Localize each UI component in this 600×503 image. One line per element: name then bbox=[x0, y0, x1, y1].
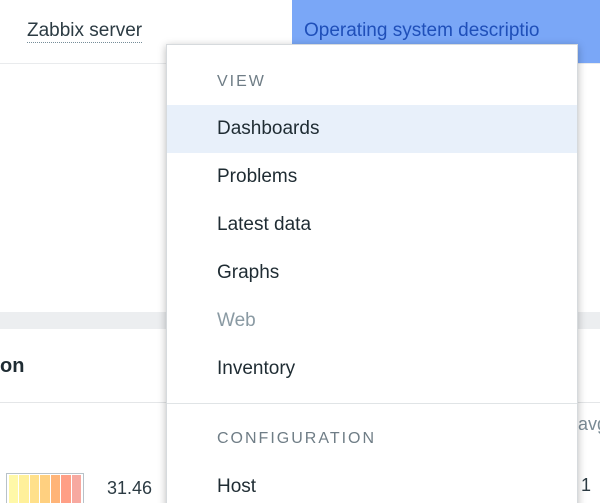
page: Zabbix server Operating system descripti… bbox=[0, 0, 600, 503]
menu-item-dashboards[interactable]: Dashboards bbox=[167, 105, 577, 153]
right-column-value: 1 bbox=[581, 475, 592, 495]
column-header-avg: avg bbox=[578, 414, 600, 434]
host-name-link[interactable]: Zabbix server bbox=[27, 20, 143, 43]
menu-item-latest-data[interactable]: Latest data bbox=[167, 201, 577, 249]
gauge-segment bbox=[29, 475, 40, 503]
menu-item-inventory[interactable]: Inventory bbox=[167, 345, 577, 393]
gauge-segment bbox=[71, 475, 81, 503]
menu-item-web: Web bbox=[217, 310, 256, 331]
menu-item-host[interactable]: Host bbox=[167, 463, 577, 503]
menu-section-configuration-title: CONFIGURATION bbox=[217, 430, 377, 447]
gauge-segment bbox=[19, 475, 29, 503]
menu-section-view-title: VIEW bbox=[217, 73, 266, 90]
gauge-segment bbox=[9, 475, 19, 503]
gauge-segment bbox=[50, 475, 61, 503]
host-context-menu: VIEW Dashboards Problems Latest data Gra… bbox=[166, 44, 578, 503]
gauge-value: 31.46 bbox=[107, 478, 153, 498]
gauge-segment bbox=[61, 475, 71, 503]
selected-cell-text[interactable]: Operating system descriptio bbox=[304, 20, 540, 42]
menu-item-graphs[interactable]: Graphs bbox=[167, 249, 577, 297]
widget-title: on bbox=[0, 355, 25, 377]
gauge-bar bbox=[6, 473, 84, 503]
gauge-segment bbox=[40, 475, 50, 503]
menu-divider bbox=[167, 403, 577, 404]
menu-item-problems[interactable]: Problems bbox=[167, 153, 577, 201]
